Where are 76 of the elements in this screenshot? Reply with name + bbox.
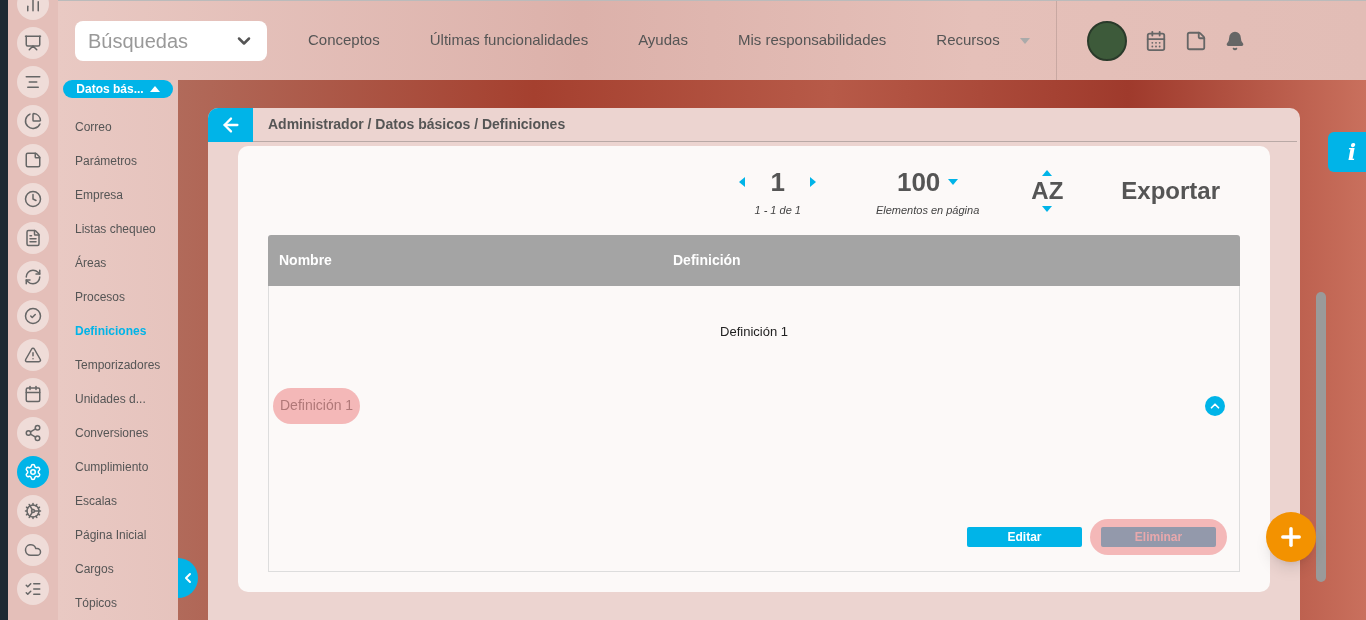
rail-button[interactable] xyxy=(17,105,49,137)
sidebar-item[interactable]: Temporizadores xyxy=(75,348,178,382)
presentation-icon xyxy=(24,34,42,52)
nav-link[interactable]: Últimas funcionalidades xyxy=(429,29,589,52)
page-range: 1 - 1 de 1 xyxy=(754,202,801,218)
rail-button[interactable] xyxy=(17,573,49,605)
rail-button[interactable] xyxy=(17,417,49,449)
definition-text: Definición 1 xyxy=(720,323,788,341)
note-icon[interactable] xyxy=(1184,29,1207,52)
sidebar-item[interactable]: Empresa xyxy=(75,178,178,212)
column-header: Definición xyxy=(673,251,741,270)
caret-down-icon[interactable] xyxy=(948,179,959,186)
sidebar-item[interactable]: Conversiones xyxy=(75,416,178,450)
sidebar-item[interactable]: Listas chequeo xyxy=(75,212,178,246)
sidebar-item[interactable]: Página Inicial xyxy=(75,518,178,552)
next-page-icon[interactable] xyxy=(809,177,816,188)
rail-button[interactable] xyxy=(17,27,49,59)
sidebar-item[interactable]: Parámetros xyxy=(75,144,178,178)
rail-button[interactable] xyxy=(17,534,49,566)
sidebar-item[interactable]: Tópicos xyxy=(75,586,178,620)
clock-icon xyxy=(24,190,42,208)
lines-icon xyxy=(24,73,42,91)
document-icon xyxy=(24,229,42,247)
page-size-label: Elementos en página xyxy=(875,202,980,218)
scrollbar[interactable] xyxy=(1316,292,1326,582)
calendar-icon[interactable] xyxy=(1144,29,1167,52)
column-header: Nombre xyxy=(279,251,333,270)
bar-chart-icon xyxy=(24,0,42,13)
rail-button[interactable] xyxy=(17,378,49,410)
rail-button[interactable] xyxy=(17,456,49,488)
export-button[interactable]: Exportar xyxy=(1121,172,1220,209)
rail-button[interactable] xyxy=(17,300,49,332)
nav-link[interactable]: Ayudas xyxy=(638,29,688,52)
bell-icon[interactable] xyxy=(1224,30,1245,51)
sidebar-item[interactable]: Procesos xyxy=(75,280,178,314)
caret-up-icon[interactable] xyxy=(149,86,160,92)
calendar-icon xyxy=(24,385,42,403)
sidebar-item[interactable]: Unidades d... xyxy=(75,382,178,416)
rail-button[interactable] xyxy=(17,144,49,176)
sort-button[interactable]: AZ xyxy=(1031,177,1064,204)
nav-link[interactable]: Conceptos xyxy=(308,29,380,52)
settings-icon xyxy=(24,463,42,481)
sidebar-item[interactable]: Áreas xyxy=(75,246,178,280)
collapse-button[interactable] xyxy=(1205,395,1225,416)
back-button[interactable] xyxy=(208,107,253,142)
rail-button[interactable] xyxy=(17,495,49,527)
previous-page-icon[interactable] xyxy=(739,177,746,188)
sidebar-item[interactable]: Escalas xyxy=(75,484,178,518)
cloud-icon xyxy=(24,541,42,559)
caret-down-icon xyxy=(1019,37,1030,44)
rail-button[interactable] xyxy=(17,222,49,254)
nav-link[interactable]: Mis responsabilidades xyxy=(737,29,887,52)
breadcrumb: Administrador / Datos básicos / Definiciones xyxy=(268,115,566,134)
sidebar-item[interactable]: Correo xyxy=(75,110,178,144)
page-size-dropdown[interactable]: 100 xyxy=(896,162,959,202)
network-icon xyxy=(24,424,42,442)
page-number: 1 xyxy=(770,165,785,199)
check-icon xyxy=(24,307,42,325)
checklist-icon xyxy=(24,580,42,598)
search-dropdown[interactable]: Búsquedas xyxy=(75,20,267,61)
pie-chart-icon xyxy=(24,112,42,130)
sort-down-icon[interactable] xyxy=(1042,205,1053,212)
avatar[interactable] xyxy=(1086,20,1127,61)
add-button[interactable] xyxy=(1266,512,1316,562)
rail-button[interactable] xyxy=(17,66,49,98)
note-icon xyxy=(24,151,42,169)
nav-link[interactable]: Recursos xyxy=(936,29,1030,52)
sort-up-icon[interactable] xyxy=(1042,169,1053,176)
cogs-icon xyxy=(24,502,42,520)
sidebar-item[interactable]: Cumplimiento xyxy=(75,450,178,484)
cycle-icon xyxy=(24,268,42,286)
rail-button[interactable] xyxy=(17,339,49,371)
rail-button[interactable] xyxy=(17,261,49,293)
sidebar-item[interactable]: Cargos xyxy=(75,552,178,586)
warning-icon xyxy=(24,346,42,364)
rail-button[interactable] xyxy=(17,183,49,215)
